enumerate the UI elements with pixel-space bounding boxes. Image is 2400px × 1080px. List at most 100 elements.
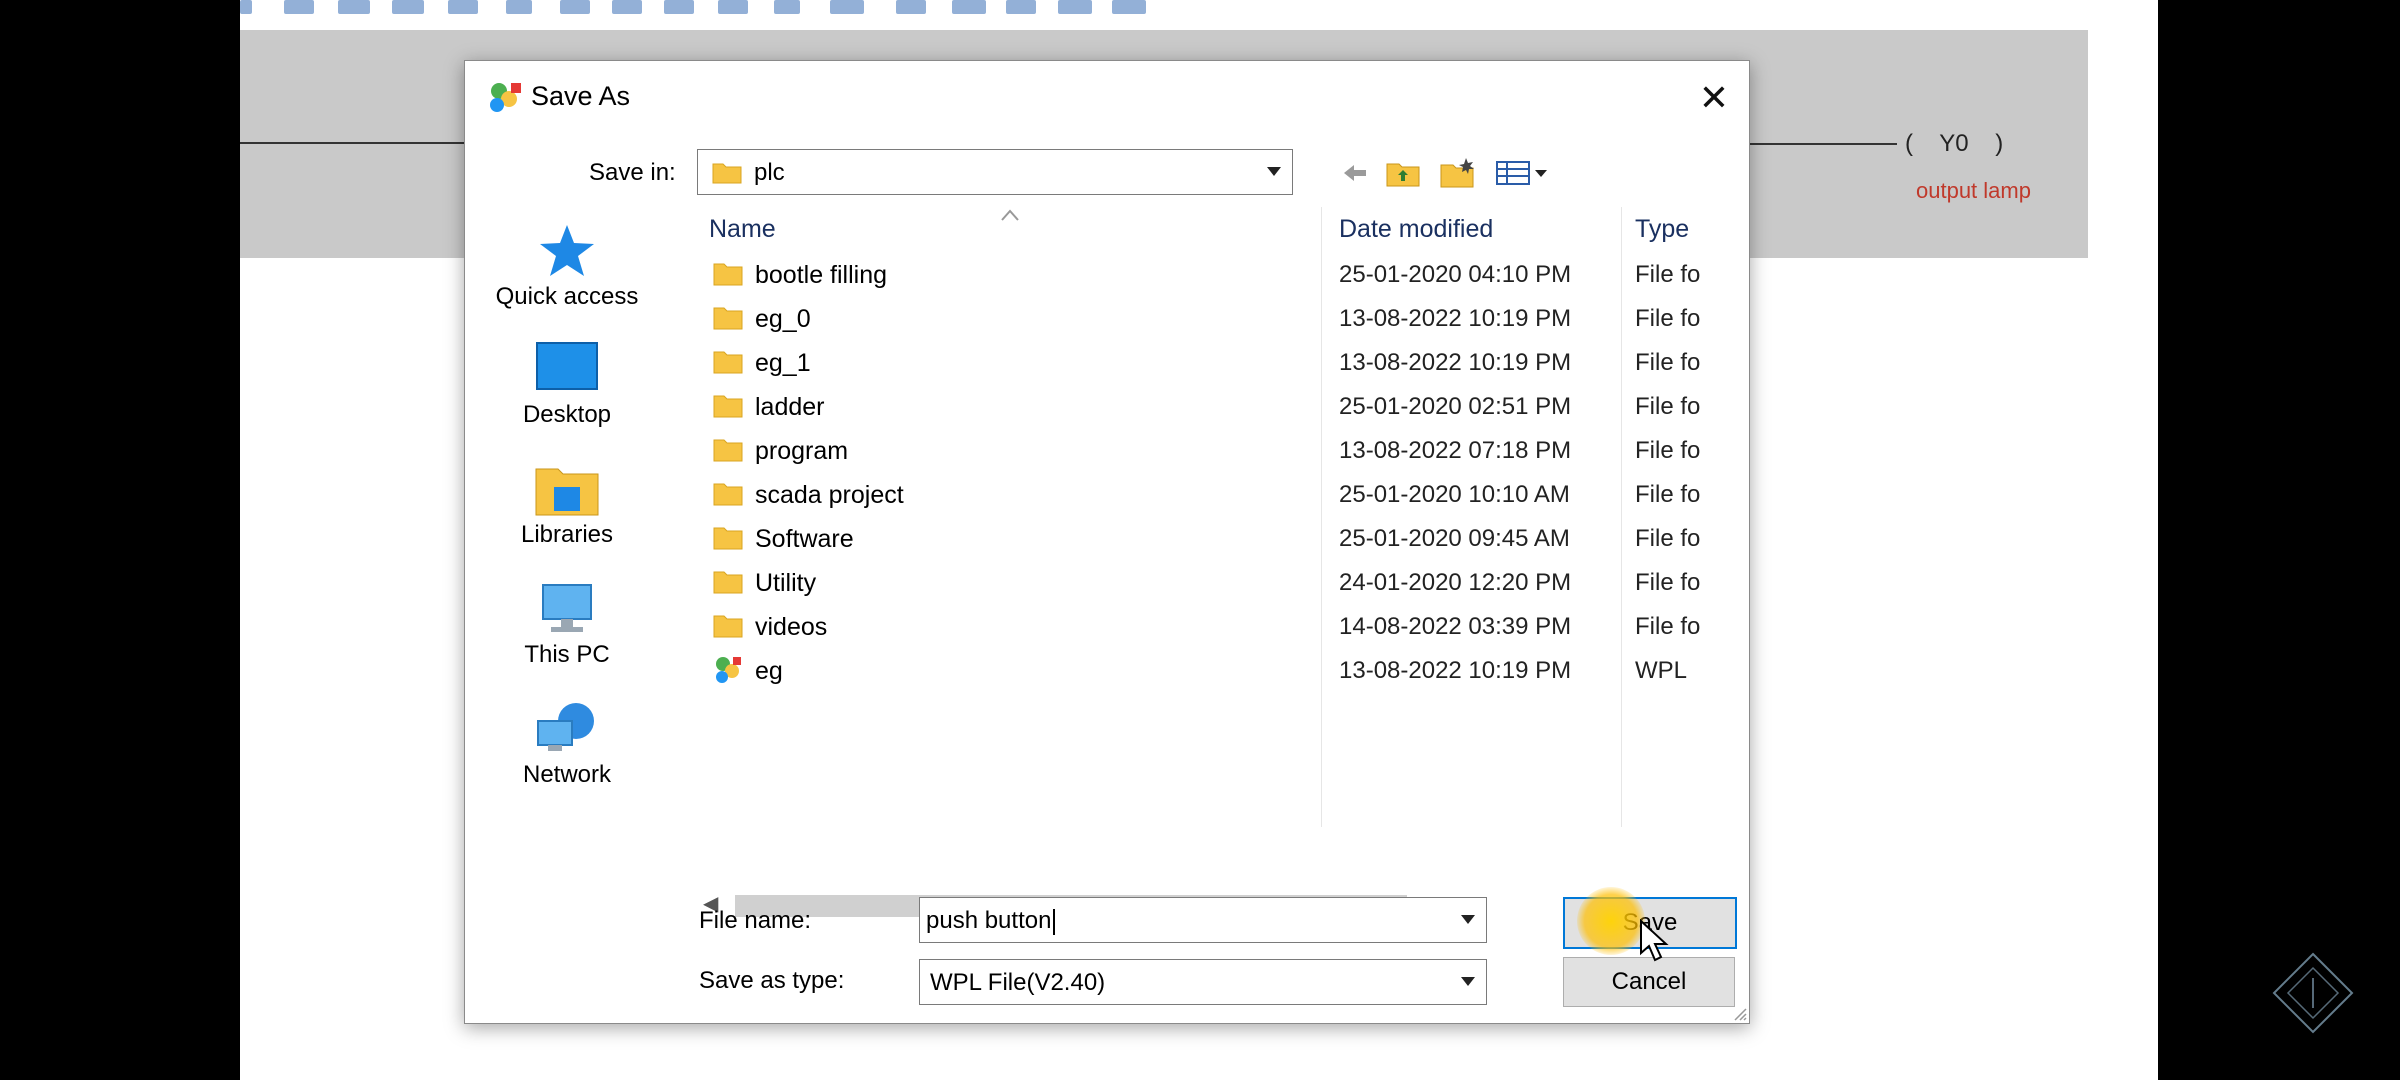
place-label: Libraries — [520, 521, 614, 548]
file-date: 14-08-2022 03:39 PM — [1339, 613, 1572, 640]
new-folder-icon[interactable] — [1437, 155, 1477, 191]
toolbar-button[interactable] — [284, 0, 314, 14]
toolbar-button[interactable] — [830, 0, 864, 14]
toolbar-button[interactable] — [896, 0, 926, 14]
chevron-down-icon[interactable] — [1450, 960, 1486, 1004]
coil-y0[interactable]: ( Y0 ) — [1905, 130, 2003, 158]
file-row[interactable]: eg_0 13-08-2022 10:19 PM File fo — [695, 297, 1737, 341]
chevron-down-icon[interactable] — [1450, 898, 1486, 942]
file-row[interactable]: Utility 24-01-2020 12:20 PM File fo — [695, 561, 1737, 605]
file-name: Software — [755, 525, 854, 553]
toolbar-button[interactable] — [240, 0, 252, 14]
file-row[interactable]: eg_1 13-08-2022 10:19 PM File fo — [695, 341, 1737, 385]
toolbar-button[interactable] — [338, 0, 370, 14]
folder-icon — [713, 615, 743, 638]
toolbar-button[interactable] — [718, 0, 748, 14]
file-row[interactable]: Software 25-01-2020 09:45 AM File fo — [695, 517, 1737, 561]
coil-comment: output lamp — [1916, 178, 2031, 203]
file-type: WPL — [1635, 657, 1688, 684]
file-row[interactable]: eg 13-08-2022 10:19 PM WPL — [695, 649, 1737, 693]
folder-icon — [712, 163, 742, 184]
file-name-input[interactable]: push button — [919, 897, 1487, 943]
file-type: File fo — [1635, 437, 1701, 464]
place-quick-access[interactable]: Quick access — [477, 221, 657, 331]
file-type: File fo — [1635, 261, 1701, 288]
file-name: eg_1 — [755, 349, 811, 377]
folder-icon — [713, 307, 743, 330]
file-name: scada project — [755, 481, 904, 509]
folder-icon — [713, 351, 743, 374]
place-network[interactable]: Network — [477, 701, 657, 811]
back-arrow-icon[interactable] — [1337, 155, 1373, 191]
file-type: File fo — [1635, 481, 1701, 508]
place-label: Desktop — [522, 401, 612, 428]
view-menu-icon[interactable] — [1493, 155, 1553, 191]
file-type: File fo — [1635, 349, 1701, 376]
folder-icon — [713, 263, 743, 286]
file-name: eg_0 — [755, 305, 811, 333]
place-desktop[interactable]: Desktop — [477, 341, 657, 451]
place-label: Quick access — [495, 283, 639, 310]
rung-line — [1747, 143, 1897, 145]
file-row[interactable]: videos 14-08-2022 03:39 PM File fo — [695, 605, 1737, 649]
toolbar-button[interactable] — [774, 0, 800, 14]
file-date: 13-08-2022 10:19 PM — [1339, 349, 1572, 376]
file-type: File fo — [1635, 525, 1701, 552]
up-folder-icon[interactable] — [1383, 155, 1423, 191]
column-type-header[interactable]: Type — [1635, 207, 1689, 251]
toolbar-button[interactable] — [560, 0, 590, 14]
file-date: 25-01-2020 09:45 AM — [1339, 525, 1570, 552]
libraries-icon — [535, 468, 599, 516]
file-type: File fo — [1635, 393, 1701, 420]
place-libraries[interactable]: Libraries — [477, 461, 657, 571]
place-this-pc[interactable]: This PC — [477, 581, 657, 691]
wpl-file-icon — [716, 657, 741, 683]
toolbar-button[interactable] — [612, 0, 642, 14]
toolbar-button[interactable] — [1112, 0, 1146, 14]
save-in-value: plc — [754, 159, 785, 186]
column-date-header[interactable]: Date modified — [1339, 207, 1493, 251]
file-row[interactable]: program 13-08-2022 07:18 PM File fo — [695, 429, 1737, 473]
desktop-icon — [536, 342, 598, 390]
toolbar-button[interactable] — [1058, 0, 1092, 14]
file-name: program — [755, 437, 849, 465]
sort-up-icon — [1001, 209, 1019, 221]
save-in-dropdown[interactable]: plc — [697, 149, 1293, 195]
place-label: This PC — [524, 641, 610, 668]
file-name-label: File name: — [699, 907, 812, 934]
file-type: File fo — [1635, 613, 1701, 640]
file-row[interactable]: scada project 25-01-2020 10:10 AM File fo — [695, 473, 1737, 517]
mouse-pointer-icon — [1640, 919, 1669, 962]
close-button[interactable]: ✕ — [1691, 75, 1737, 121]
file-row[interactable]: ladder 25-01-2020 02:51 PM File fo — [695, 385, 1737, 429]
toolbar-button[interactable] — [952, 0, 986, 14]
click-highlight — [1577, 887, 1645, 955]
text-caret — [1053, 908, 1056, 935]
toolbar-button[interactable] — [448, 0, 478, 14]
folder-icon — [713, 395, 743, 418]
star-icon — [540, 225, 594, 276]
toolbar — [240, 0, 2158, 18]
file-name: eg — [755, 657, 783, 685]
resize-grip-icon[interactable] — [1731, 1005, 1747, 1021]
toolbar-button[interactable] — [664, 0, 694, 14]
toolbar-button[interactable] — [1006, 0, 1036, 14]
toolbar-button[interactable] — [392, 0, 424, 14]
file-name: bootle filling — [755, 261, 888, 289]
toolbar-button[interactable] — [506, 0, 532, 14]
folder-icon — [713, 483, 743, 506]
save-as-type-label: Save as type: — [699, 967, 845, 994]
file-name-value: push button — [926, 907, 1056, 935]
column-name-header[interactable]: Name — [709, 207, 776, 251]
file-date: 25-01-2020 10:10 AM — [1339, 481, 1570, 508]
file-row[interactable]: bootle filling 25-01-2020 04:10 PM File fo — [695, 253, 1737, 297]
network-icon — [537, 703, 594, 751]
file-list[interactable]: Name Date modified Type bootle filling 25… — [695, 207, 1737, 897]
save-as-dialog: Save As ✕ Save in: plc Quick access Desk… — [464, 60, 1750, 1024]
cancel-button[interactable]: Cancel — [1563, 957, 1735, 1007]
save-as-type-dropdown[interactable]: WPL File(V2.40) — [919, 959, 1487, 1005]
file-name: videos — [755, 613, 828, 641]
chevron-down-icon[interactable] — [1256, 150, 1292, 194]
folder-icon — [713, 571, 743, 594]
save-as-type-value: WPL File(V2.40) — [930, 969, 1106, 996]
